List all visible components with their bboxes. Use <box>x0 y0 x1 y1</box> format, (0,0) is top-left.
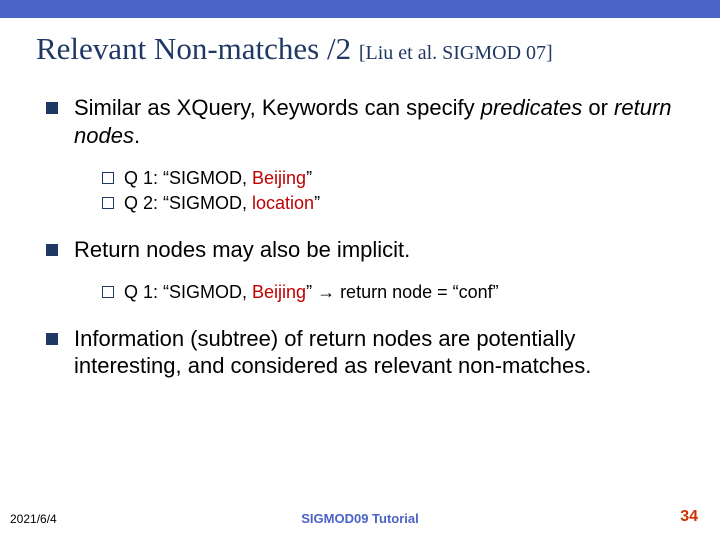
text-fragment: “SIGMOD, <box>163 282 252 302</box>
title-citation: [Liu et al. SIGMOD 07] <box>359 42 553 64</box>
text-fragment: ” <box>306 282 317 302</box>
footer-page-number: 34 <box>680 508 698 526</box>
bullet-1-subitems: Q 1: “SIGMOD, Beijing” Q 2: “SIGMOD, loc… <box>102 167 680 216</box>
keyword-highlight: Beijing <box>252 282 306 302</box>
slide-top-bar <box>0 0 720 18</box>
bullet-3: Information (subtree) of return nodes ar… <box>46 325 680 380</box>
sub-bullet-q1: Q 1: “SIGMOD, Beijing” <box>102 167 680 190</box>
bullet-3-text: Information (subtree) of return nodes ar… <box>74 325 680 380</box>
bullet-square-icon <box>46 333 58 345</box>
sub-bullet-text: Q 1: “SIGMOD, Beijing” <box>124 167 312 190</box>
text-fragment: . <box>134 123 140 148</box>
emphasis-predicates: predicates <box>481 95 583 120</box>
sub-bullet-text: Q 1: “SIGMOD, Beijing” → return node = “… <box>124 281 499 304</box>
text-fragment: or <box>582 95 614 120</box>
footer-title: SIGMOD09 Tutorial <box>0 511 720 526</box>
sub-bullet-q2: Q 2: “SIGMOD, location” <box>102 192 680 215</box>
keyword-highlight: location <box>252 193 314 213</box>
text-fragment: ” <box>314 193 320 213</box>
text-fragment: ” <box>306 168 312 188</box>
sub-bullet-text: Q 2: “SIGMOD, location” <box>124 192 320 215</box>
slide-title: Relevant Non-matches /2 [Liu et al. SIGM… <box>36 32 720 66</box>
text-fragment: Similar as XQuery, Keywords can specify <box>74 95 481 120</box>
bullet-square-icon <box>46 102 58 114</box>
bullet-hollow-icon <box>102 197 114 209</box>
query-label: Q 2: <box>124 193 163 213</box>
bullet-1: Similar as XQuery, Keywords can specify … <box>46 94 680 149</box>
title-main: Relevant Non-matches /2 <box>36 31 359 66</box>
slide-body: Similar as XQuery, Keywords can specify … <box>46 94 680 380</box>
query-label: Q 1: <box>124 282 163 302</box>
bullet-hollow-icon <box>102 286 114 298</box>
bullet-2-subitems: Q 1: “SIGMOD, Beijing” → return node = “… <box>102 281 680 304</box>
bullet-1-text: Similar as XQuery, Keywords can specify … <box>74 94 680 149</box>
arrow-icon: → <box>317 282 335 302</box>
text-fragment: return node = “conf” <box>335 282 499 302</box>
bullet-square-icon <box>46 244 58 256</box>
text-fragment: “SIGMOD, <box>163 168 252 188</box>
query-label: Q 1: <box>124 168 163 188</box>
bullet-2-text: Return nodes may also be implicit. <box>74 236 680 264</box>
text-fragment: “SIGMOD, <box>163 193 252 213</box>
bullet-2: Return nodes may also be implicit. <box>46 236 680 264</box>
keyword-highlight: Beijing <box>252 168 306 188</box>
bullet-hollow-icon <box>102 172 114 184</box>
sub-bullet-q1-conf: Q 1: “SIGMOD, Beijing” → return node = “… <box>102 281 680 304</box>
